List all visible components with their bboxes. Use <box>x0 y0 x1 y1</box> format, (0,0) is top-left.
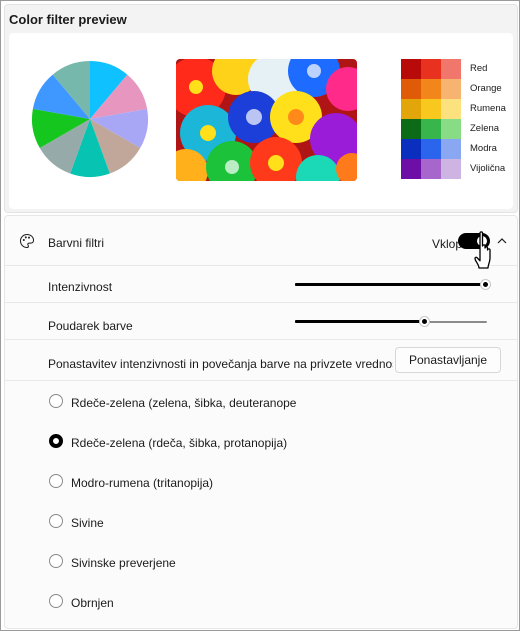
radio-button[interactable] <box>49 594 63 608</box>
filter-option[interactable]: Sivinske preverjene <box>5 548 517 578</box>
swatch-cell <box>441 139 461 159</box>
swatch-cell <box>421 59 441 79</box>
swatch-cell <box>421 159 441 179</box>
radio-button[interactable] <box>49 514 63 528</box>
radio-label: Rdeče-zelena (zelena, šibka, deuteranope <box>71 396 297 410</box>
intensity-slider-thumb[interactable] <box>481 280 490 289</box>
filter-option[interactable]: Obrnjen <box>5 588 517 618</box>
reset-button[interactable]: Ponastavljanje <box>395 347 501 373</box>
filter-option[interactable]: Rdeče-zelena (zelena, šibka, deuteranope <box>5 388 517 418</box>
swatch-cell <box>401 139 421 159</box>
swatch-cell <box>401 99 421 119</box>
filter-option[interactable]: Sivine <box>5 508 517 538</box>
radio-label: Modro-rumena (tritanopija) <box>71 476 214 490</box>
radio-button[interactable] <box>49 474 63 488</box>
swatch-cell <box>441 119 461 139</box>
color-boost-row: Poudarek barve <box>5 303 517 340</box>
color-filter-preview-card: Color filter preview Red Orange Rumena Z… <box>4 4 518 213</box>
color-boost-slider-thumb[interactable] <box>419 317 429 326</box>
color-filters-header[interactable]: Barvni filtri Vklopi <box>5 216 517 266</box>
swatch-label: Zelena <box>470 123 500 134</box>
radio-label: Sivinske preverjene <box>71 556 176 570</box>
radio-label: Sivine <box>71 516 104 530</box>
color-filters-title: Barvni filtri <box>48 236 105 250</box>
preview-title: Color filter preview <box>9 12 127 27</box>
pie-chart-sample <box>31 61 148 177</box>
color-boost-slider[interactable] <box>295 317 487 326</box>
swatch-cell <box>441 79 461 99</box>
swatch-cell <box>441 99 461 119</box>
color-filters-settings: Barvni filtri Vklopi Intenzivnost Poudar… <box>4 215 518 629</box>
swatch-label: Rumena <box>470 103 506 114</box>
swatch-label: Modra <box>470 143 497 154</box>
swatch-cell <box>401 119 421 139</box>
intensity-slider[interactable] <box>295 280 490 289</box>
swatch-label: Red <box>470 63 488 74</box>
swatch-cell <box>401 79 421 99</box>
radio-label: Obrnjen <box>71 596 114 610</box>
color-boost-slider-fill <box>295 320 426 323</box>
window: Color filter preview Red Orange Rumena Z… <box>0 0 520 631</box>
swatch-cell <box>421 139 441 159</box>
radio-button[interactable] <box>49 434 63 448</box>
mouse-cursor-icon <box>474 231 491 269</box>
intensity-slider-fill <box>295 283 487 286</box>
radio-button[interactable] <box>49 554 63 568</box>
swatch-cell <box>421 79 441 99</box>
swatch-cell <box>401 159 421 179</box>
swatch-cell <box>441 159 461 179</box>
preview-area: Red Orange Rumena Zelena Modra Vijolična <box>9 33 513 209</box>
swatch-cell <box>421 119 441 139</box>
intensity-label: Intenzivnost <box>48 280 113 294</box>
swatch-label: Vijolična <box>470 163 506 174</box>
palette-icon <box>20 233 35 249</box>
radio-button[interactable] <box>49 394 63 408</box>
swatch-cell <box>421 99 441 119</box>
filter-option[interactable]: Modro-rumena (tritanopija) <box>5 468 517 498</box>
swatch-cell <box>401 59 421 79</box>
filter-option[interactable]: Rdeče-zelena (rdeča, šibka, protanopija) <box>5 428 517 458</box>
radio-label: Rdeče-zelena (rdeča, šibka, protanopija) <box>71 436 288 450</box>
sample-photo <box>176 59 357 181</box>
color-boost-label: Poudarek barve <box>48 319 133 333</box>
swatch-cell <box>441 59 461 79</box>
swatch-label: Orange <box>470 83 502 94</box>
intensity-row: Intenzivnost <box>5 266 517 303</box>
reset-description: Ponastavitev intenzivnosti in povečanja … <box>48 357 393 371</box>
